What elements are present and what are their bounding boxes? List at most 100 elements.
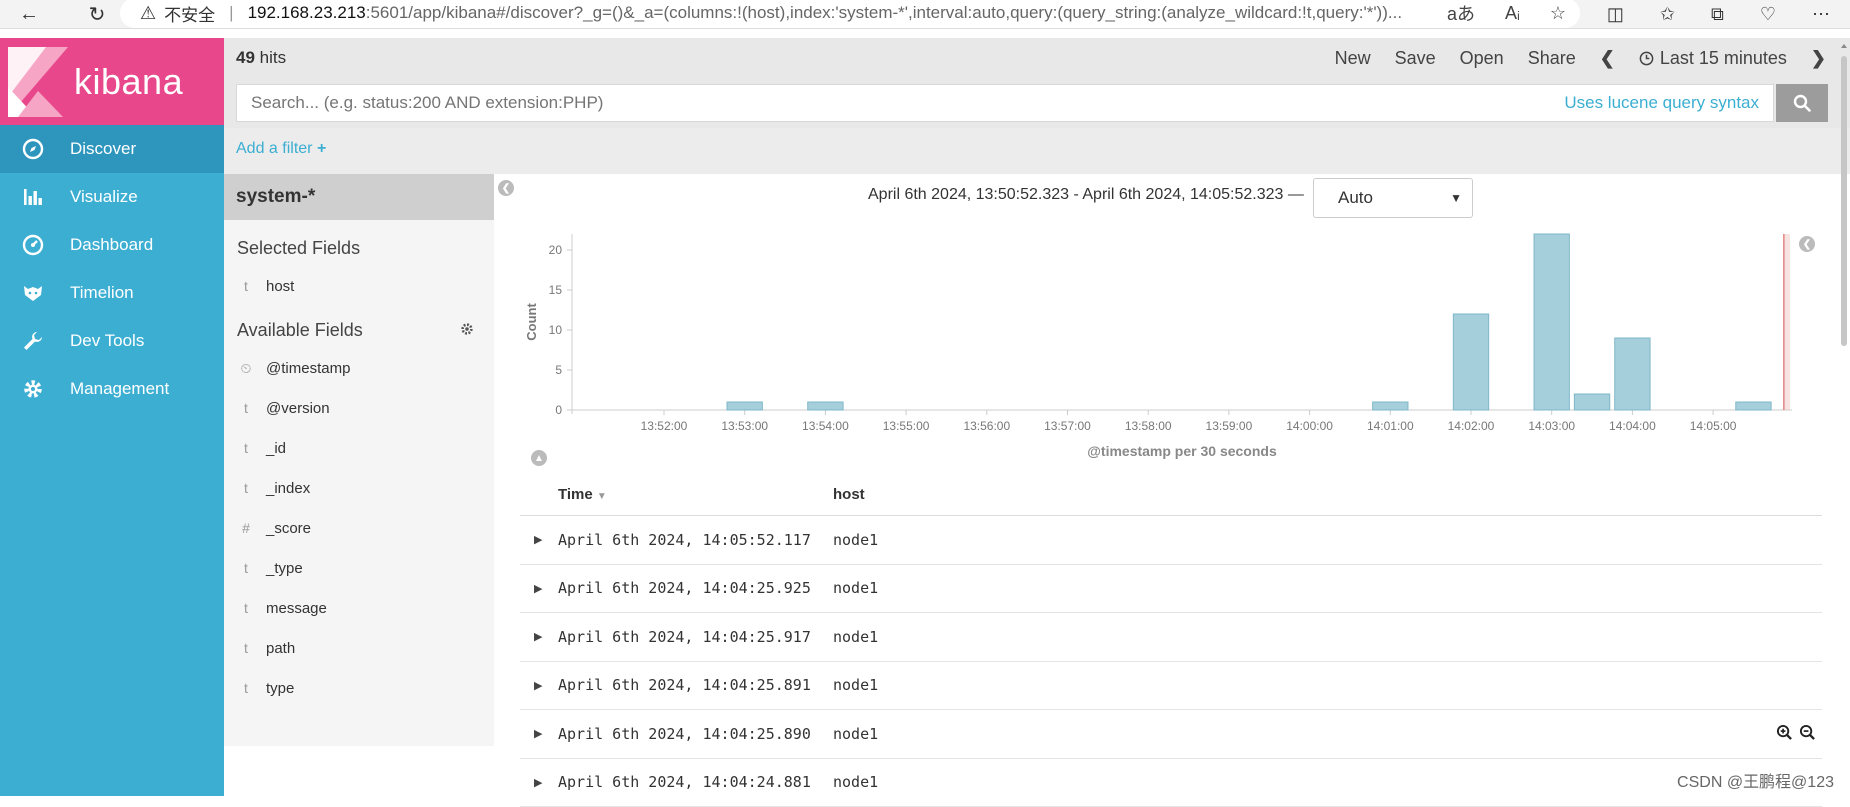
- table-row[interactable]: ▶April 6th 2024, 14:04:25.925node1: [520, 565, 1822, 614]
- histogram-bar: [1373, 402, 1408, 410]
- search-button[interactable]: [1776, 84, 1828, 122]
- expand-row-icon[interactable]: ▶: [520, 727, 558, 740]
- wrench-icon: [20, 328, 46, 354]
- add-filter-link[interactable]: Add a filter +: [236, 140, 326, 158]
- row-host: node1: [833, 725, 878, 743]
- x-tick-label: 13:55:00: [883, 419, 930, 433]
- sidebar-item-label: Discover: [70, 139, 136, 159]
- sidebar-item-label: Visualize: [70, 187, 138, 207]
- histogram-bar: [727, 402, 762, 410]
- new-button[interactable]: New: [1335, 48, 1371, 69]
- sidebar-item-dev-tools[interactable]: Dev Tools: [0, 317, 224, 365]
- row-time: April 6th 2024, 14:04:24.881: [558, 773, 833, 791]
- available-field-version[interactable]: t@version: [224, 388, 494, 428]
- time-picker[interactable]: Last 15 minutes: [1639, 48, 1787, 69]
- logo-text: kibana: [74, 61, 183, 103]
- histogram-bar: [1574, 394, 1609, 410]
- more-icon[interactable]: ⋯: [1812, 4, 1830, 25]
- table-row[interactable]: ▶April 6th 2024, 14:04:24.881node1: [520, 759, 1822, 807]
- available-field-id[interactable]: t_id: [224, 428, 494, 468]
- column-host-header[interactable]: host: [833, 486, 865, 503]
- plus-icon: +: [317, 140, 326, 157]
- chevron-up-icon: ▲: [534, 453, 544, 464]
- open-button[interactable]: Open: [1460, 48, 1504, 69]
- discover-topbar: 49 hits New Save Open Share ❮ Last 15 mi…: [224, 38, 1850, 78]
- lucene-syntax-link[interactable]: Uses lucene query syntax: [1564, 93, 1759, 113]
- url-path: :5601/app/kibana#/discover?_g=()&_a=(col…: [366, 3, 1402, 23]
- favorite-star-icon[interactable]: ☆: [1550, 3, 1566, 24]
- available-field-type[interactable]: t_type: [224, 548, 494, 588]
- collapse-sidebar-button[interactable]: ❮: [498, 180, 514, 196]
- top-actions: New Save Open Share ❮ Last 15 minutes ❯: [1335, 38, 1826, 78]
- index-pattern-title[interactable]: system-*: [224, 174, 494, 220]
- field-type-icon: t: [224, 680, 260, 696]
- favorites-icon[interactable]: ✩: [1660, 4, 1675, 25]
- sidebar-item-discover[interactable]: Discover: [0, 125, 224, 173]
- address-bar-icons: aあ Aᵢ ☆: [1437, 0, 1566, 28]
- health-icon[interactable]: ♡: [1760, 4, 1776, 25]
- collections-icon[interactable]: ⧉: [1711, 4, 1724, 25]
- sort-down-icon[interactable]: ▼: [597, 491, 607, 502]
- field-type-icon: t: [224, 278, 260, 294]
- field-name: type: [260, 680, 294, 697]
- interval-select[interactable]: Auto ▼: [1313, 178, 1473, 218]
- sidebar-item-dashboard[interactable]: Dashboard: [0, 221, 224, 269]
- expand-row-icon[interactable]: ▶: [520, 582, 558, 595]
- table-row[interactable]: ▶April 6th 2024, 14:04:25.890node1: [520, 710, 1822, 759]
- expand-row-icon[interactable]: ▶: [520, 776, 558, 789]
- compass-icon: [20, 136, 46, 162]
- histogram-bar: [1453, 314, 1488, 410]
- x-tick-label: 14:03:00: [1528, 419, 1575, 433]
- back-arrow-icon[interactable]: ←: [12, 0, 46, 29]
- scrollbar[interactable]: [1838, 38, 1850, 358]
- available-field-timestamp[interactable]: ⏲@timestamp: [224, 348, 494, 388]
- table-row[interactable]: ▶April 6th 2024, 14:04:25.891node1: [520, 662, 1822, 711]
- field-name: _type: [260, 560, 303, 577]
- sidebar-item-timelion[interactable]: Timelion: [0, 269, 224, 317]
- reload-icon[interactable]: ↻: [80, 0, 114, 29]
- save-button[interactable]: Save: [1395, 48, 1436, 69]
- split-screen-icon[interactable]: ◫: [1607, 4, 1624, 25]
- zoom-out-icon[interactable]: [1799, 724, 1816, 741]
- zoom-in-icon[interactable]: [1776, 724, 1793, 741]
- chevron-down-icon: ▼: [1450, 191, 1462, 205]
- zoom-controls: [1776, 724, 1816, 741]
- address-bar[interactable]: ⚠ 不安全 | 192.168.23.213:5601/app/kibana#/…: [120, 0, 1580, 28]
- expand-row-icon[interactable]: ▶: [520, 630, 558, 643]
- text-size-icon[interactable]: Aᵢ: [1505, 3, 1520, 24]
- column-time-header[interactable]: Time ▼: [520, 486, 833, 503]
- field-type-icon: t: [224, 400, 260, 416]
- share-button[interactable]: Share: [1528, 48, 1576, 69]
- x-tick-label: 13:54:00: [802, 419, 849, 433]
- table-row[interactable]: ▶April 6th 2024, 14:04:25.917node1: [520, 613, 1822, 662]
- search-icon: [1793, 94, 1811, 112]
- available-field-path[interactable]: tpath: [224, 628, 494, 668]
- available-field-index[interactable]: t_index: [224, 468, 494, 508]
- available-field-score[interactable]: #_score: [224, 508, 494, 548]
- row-host: node1: [833, 579, 878, 597]
- expand-row-icon[interactable]: ▶: [520, 679, 558, 692]
- watermark: CSDN @王鹏程@123: [1675, 768, 1836, 792]
- field-type-icon: t: [224, 480, 260, 496]
- bar-chart-icon: [20, 184, 46, 210]
- chevron-left-icon[interactable]: ❮: [1600, 48, 1615, 69]
- sidebar-item-visualize[interactable]: Visualize: [0, 173, 224, 221]
- search-input[interactable]: [237, 85, 1564, 121]
- available-fields-title: Available Fields: [237, 320, 363, 341]
- selected-field-host[interactable]: thost: [224, 266, 494, 306]
- y-tick-label: 20: [549, 243, 563, 257]
- field-sidebar: system-* Selected Fields thost Available…: [224, 174, 494, 746]
- x-axis-title: @timestamp per 30 seconds: [1087, 443, 1277, 459]
- kibana-logo[interactable]: kibana: [0, 38, 224, 125]
- chevron-right-icon[interactable]: ❯: [1811, 48, 1826, 69]
- available-field-type[interactable]: ttype: [224, 668, 494, 708]
- available-field-message[interactable]: tmessage: [224, 588, 494, 628]
- collapse-histogram-button[interactable]: ▲: [531, 450, 547, 466]
- expand-row-icon[interactable]: ▶: [520, 533, 558, 546]
- gear-icon[interactable]: [460, 322, 474, 336]
- field-type-icon: t: [224, 600, 260, 616]
- search-row: Uses lucene query syntax: [224, 78, 1850, 128]
- table-row[interactable]: ▶April 6th 2024, 14:05:52.117node1: [520, 516, 1822, 565]
- sidebar-item-management[interactable]: Management: [0, 365, 224, 413]
- read-aloud-icon[interactable]: aあ: [1447, 0, 1475, 26]
